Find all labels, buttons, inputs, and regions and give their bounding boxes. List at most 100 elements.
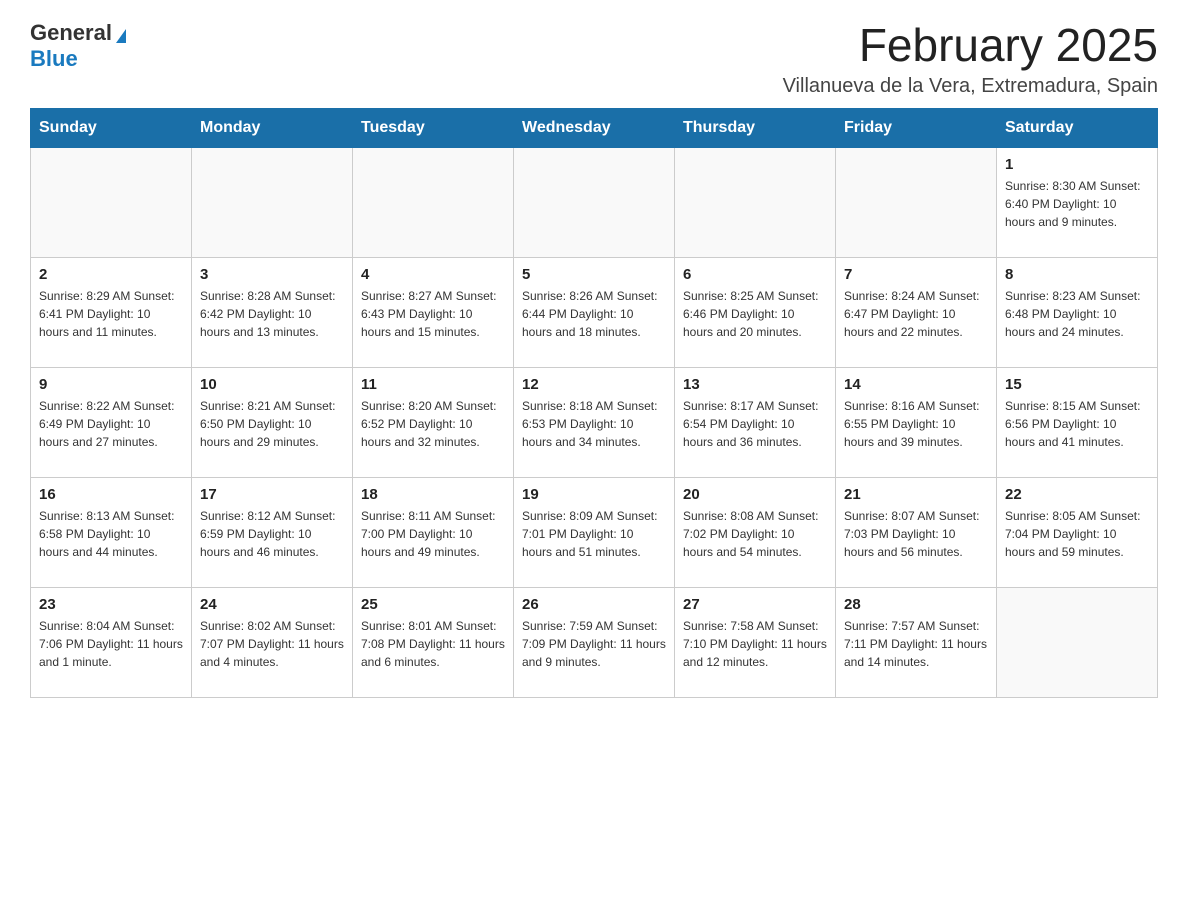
calendar-header: SundayMondayTuesdayWednesdayThursdayFrid…	[31, 108, 1158, 147]
logo-line1: General	[30, 20, 126, 46]
calendar-week-5: 23 Sunrise: 8:04 AM Sunset: 7:06 PM Dayli…	[31, 587, 1158, 697]
day-info: Sunrise: 7:57 AM Sunset: 7:11 PM Dayligh…	[844, 617, 988, 671]
day-info: Sunrise: 8:12 AM Sunset: 6:59 PM Dayligh…	[200, 507, 344, 561]
calendar-cell: 11 Sunrise: 8:20 AM Sunset: 6:52 PM Dayli…	[353, 367, 514, 477]
day-info: Sunrise: 8:30 AM Sunset: 6:40 PM Dayligh…	[1005, 177, 1149, 231]
day-info: Sunrise: 8:02 AM Sunset: 7:07 PM Dayligh…	[200, 617, 344, 671]
calendar-cell: 22 Sunrise: 8:05 AM Sunset: 7:04 PM Dayli…	[997, 477, 1158, 587]
calendar-cell: 3 Sunrise: 8:28 AM Sunset: 6:42 PM Daylig…	[192, 257, 353, 367]
day-number: 14	[844, 376, 988, 393]
day-info: Sunrise: 8:27 AM Sunset: 6:43 PM Dayligh…	[361, 287, 505, 341]
header-day-wednesday: Wednesday	[514, 108, 675, 147]
calendar-cell	[997, 587, 1158, 697]
month-title: February 2025	[783, 20, 1158, 71]
day-info: Sunrise: 8:16 AM Sunset: 6:55 PM Dayligh…	[844, 397, 988, 451]
header-day-tuesday: Tuesday	[353, 108, 514, 147]
day-number: 21	[844, 486, 988, 503]
calendar-cell	[836, 147, 997, 257]
calendar-week-2: 2 Sunrise: 8:29 AM Sunset: 6:41 PM Daylig…	[31, 257, 1158, 367]
header-day-sunday: Sunday	[31, 108, 192, 147]
day-info: Sunrise: 8:29 AM Sunset: 6:41 PM Dayligh…	[39, 287, 183, 341]
day-info: Sunrise: 8:17 AM Sunset: 6:54 PM Dayligh…	[683, 397, 827, 451]
day-info: Sunrise: 8:20 AM Sunset: 6:52 PM Dayligh…	[361, 397, 505, 451]
calendar-week-3: 9Sunrise: 8:22 AM Sunset: 6:49 PM Daylig…	[31, 367, 1158, 477]
logo-triangle-icon	[116, 29, 126, 43]
location-text: Villanueva de la Vera, Extremadura, Spai…	[783, 75, 1158, 98]
day-info: Sunrise: 8:07 AM Sunset: 7:03 PM Dayligh…	[844, 507, 988, 561]
calendar-cell: 12Sunrise: 8:18 AM Sunset: 6:53 PM Dayli…	[514, 367, 675, 477]
day-info: Sunrise: 8:13 AM Sunset: 6:58 PM Dayligh…	[39, 507, 183, 561]
day-number: 5	[522, 266, 666, 283]
calendar-cell: 28 Sunrise: 7:57 AM Sunset: 7:11 PM Dayli…	[836, 587, 997, 697]
calendar-cell: 4 Sunrise: 8:27 AM Sunset: 6:43 PM Daylig…	[353, 257, 514, 367]
day-number: 26	[522, 596, 666, 613]
day-number: 10	[200, 376, 344, 393]
day-info: Sunrise: 8:04 AM Sunset: 7:06 PM Dayligh…	[39, 617, 183, 671]
day-info: Sunrise: 8:28 AM Sunset: 6:42 PM Dayligh…	[200, 287, 344, 341]
calendar-cell: 2 Sunrise: 8:29 AM Sunset: 6:41 PM Daylig…	[31, 257, 192, 367]
calendar-cell: 20 Sunrise: 8:08 AM Sunset: 7:02 PM Dayli…	[675, 477, 836, 587]
day-info: Sunrise: 8:11 AM Sunset: 7:00 PM Dayligh…	[361, 507, 505, 561]
day-number: 4	[361, 266, 505, 283]
day-number: 25	[361, 596, 505, 613]
calendar-cell	[514, 147, 675, 257]
day-number: 8	[1005, 266, 1149, 283]
day-number: 13	[683, 376, 827, 393]
calendar-week-1: 1 Sunrise: 8:30 AM Sunset: 6:40 PM Daylig…	[31, 147, 1158, 257]
day-number: 15	[1005, 376, 1149, 393]
title-block: February 2025 Villanueva de la Vera, Ext…	[783, 20, 1158, 98]
calendar-cell: 19 Sunrise: 8:09 AM Sunset: 7:01 PM Dayli…	[514, 477, 675, 587]
calendar-cell: 7 Sunrise: 8:24 AM Sunset: 6:47 PM Daylig…	[836, 257, 997, 367]
header-day-friday: Friday	[836, 108, 997, 147]
day-info: Sunrise: 8:23 AM Sunset: 6:48 PM Dayligh…	[1005, 287, 1149, 341]
calendar-table: SundayMondayTuesdayWednesdayThursdayFrid…	[30, 108, 1158, 698]
day-info: Sunrise: 8:08 AM Sunset: 7:02 PM Dayligh…	[683, 507, 827, 561]
day-number: 1	[1005, 156, 1149, 173]
calendar-cell: 8 Sunrise: 8:23 AM Sunset: 6:48 PM Daylig…	[997, 257, 1158, 367]
day-number: 23	[39, 596, 183, 613]
day-info: Sunrise: 8:15 AM Sunset: 6:56 PM Dayligh…	[1005, 397, 1149, 451]
calendar-cell: 10Sunrise: 8:21 AM Sunset: 6:50 PM Dayli…	[192, 367, 353, 477]
logo-line2: Blue	[30, 46, 78, 72]
calendar-cell	[31, 147, 192, 257]
day-number: 2	[39, 266, 183, 283]
logo: General Blue	[30, 20, 126, 72]
day-info: Sunrise: 8:05 AM Sunset: 7:04 PM Dayligh…	[1005, 507, 1149, 561]
calendar-cell: 18Sunrise: 8:11 AM Sunset: 7:00 PM Dayli…	[353, 477, 514, 587]
calendar-cell: 26Sunrise: 7:59 AM Sunset: 7:09 PM Dayli…	[514, 587, 675, 697]
day-number: 7	[844, 266, 988, 283]
day-number: 17	[200, 486, 344, 503]
calendar-cell	[353, 147, 514, 257]
calendar-cell: 16Sunrise: 8:13 AM Sunset: 6:58 PM Dayli…	[31, 477, 192, 587]
calendar-cell: 1 Sunrise: 8:30 AM Sunset: 6:40 PM Daylig…	[997, 147, 1158, 257]
calendar-cell: 23 Sunrise: 8:04 AM Sunset: 7:06 PM Dayli…	[31, 587, 192, 697]
page-header: General Blue February 2025 Villanueva de…	[30, 20, 1158, 98]
calendar-cell: 6Sunrise: 8:25 AM Sunset: 6:46 PM Daylig…	[675, 257, 836, 367]
day-info: Sunrise: 8:26 AM Sunset: 6:44 PM Dayligh…	[522, 287, 666, 341]
header-day-monday: Monday	[192, 108, 353, 147]
day-info: Sunrise: 8:24 AM Sunset: 6:47 PM Dayligh…	[844, 287, 988, 341]
calendar-cell: 13 Sunrise: 8:17 AM Sunset: 6:54 PM Dayli…	[675, 367, 836, 477]
calendar-cell: 17 Sunrise: 8:12 AM Sunset: 6:59 PM Dayli…	[192, 477, 353, 587]
day-info: Sunrise: 8:09 AM Sunset: 7:01 PM Dayligh…	[522, 507, 666, 561]
day-info: Sunrise: 7:58 AM Sunset: 7:10 PM Dayligh…	[683, 617, 827, 671]
header-row: SundayMondayTuesdayWednesdayThursdayFrid…	[31, 108, 1158, 147]
day-number: 6	[683, 266, 827, 283]
calendar-cell: 5 Sunrise: 8:26 AM Sunset: 6:44 PM Daylig…	[514, 257, 675, 367]
calendar-cell: 14 Sunrise: 8:16 AM Sunset: 6:55 PM Dayli…	[836, 367, 997, 477]
day-number: 28	[844, 596, 988, 613]
day-number: 11	[361, 376, 505, 393]
logo-general-text: General	[30, 20, 112, 45]
day-number: 3	[200, 266, 344, 283]
logo-blue-text: Blue	[30, 46, 78, 71]
day-number: 27	[683, 596, 827, 613]
day-info: Sunrise: 8:22 AM Sunset: 6:49 PM Dayligh…	[39, 397, 183, 451]
day-number: 19	[522, 486, 666, 503]
day-info: Sunrise: 8:18 AM Sunset: 6:53 PM Dayligh…	[522, 397, 666, 451]
calendar-cell: 24Sunrise: 8:02 AM Sunset: 7:07 PM Dayli…	[192, 587, 353, 697]
calendar-cell	[675, 147, 836, 257]
day-number: 20	[683, 486, 827, 503]
day-number: 22	[1005, 486, 1149, 503]
calendar-body: 1 Sunrise: 8:30 AM Sunset: 6:40 PM Daylig…	[31, 147, 1158, 697]
header-day-saturday: Saturday	[997, 108, 1158, 147]
